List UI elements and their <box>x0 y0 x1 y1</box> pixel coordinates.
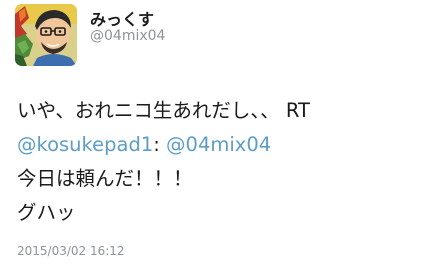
tweet-line-1: いや、おれニコ生あれだし、、 RT <box>17 99 310 122</box>
mention-separator: : <box>153 133 167 156</box>
tweet-text: いや、おれニコ生あれだし、、 RT @kosukepad1: @04mix04 … <box>17 94 432 230</box>
tweet-timestamp[interactable]: 2015/03/02 16:12 <box>17 244 125 258</box>
tweet-card: みっくす @04mix04 いや、おれニコ生あれだし、、 RT @kosukep… <box>0 0 440 270</box>
mention-link-04mix04[interactable]: @04mix04 <box>166 133 271 156</box>
user-display-name[interactable]: みっくす <box>90 6 154 30</box>
user-avatar-illustration-icon <box>15 4 77 66</box>
mention-link-kosukepad1[interactable]: @kosukepad1 <box>17 133 153 156</box>
user-handle[interactable]: @04mix04 <box>90 28 165 44</box>
tweet-line-2: @kosukepad1: @04mix04 <box>17 128 432 162</box>
tweet-line-4: グハッ <box>17 201 76 224</box>
user-avatar[interactable] <box>15 4 77 66</box>
tweet-line-3: 今日は頼んだ！！！ <box>17 167 193 190</box>
